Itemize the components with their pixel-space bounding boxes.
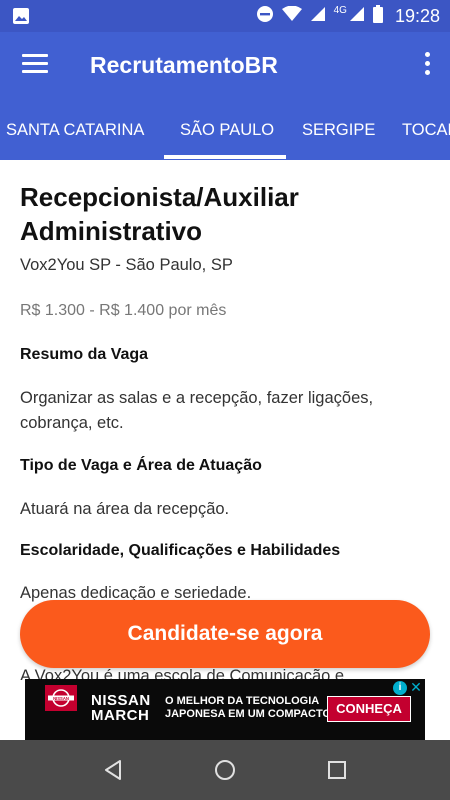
status-bar: 4G 19:28 — [0, 0, 450, 32]
summary-line: cobrança, etc. — [20, 414, 124, 432]
apply-now-button[interactable]: Candidate-se agora — [20, 600, 430, 668]
summary-line: Organizar as salas e a recepção, fazer l… — [20, 389, 374, 407]
signal-icon — [310, 6, 326, 27]
ad-tagline-line: O MELHOR DA TECNOLOGIA — [165, 695, 320, 707]
back-icon[interactable] — [98, 755, 128, 785]
ad-banner[interactable]: NISSAN NISSAN MARCH O MELHOR DA TECNOLOG… — [25, 679, 425, 740]
tab-tocantins[interactable]: TOCANTINS — [402, 100, 450, 160]
state-tabs: SANTA CATARINA SÃO PAULO SERGIPE TOCANTI… — [0, 100, 450, 160]
selected-tab-indicator — [164, 155, 286, 159]
section-heading-qualifications: Escolaridade, Qualificações e Habilidade… — [20, 542, 341, 559]
clock: 19:28 — [394, 5, 440, 26]
job-title-line: Administrativo — [20, 216, 203, 246]
recents-icon[interactable] — [322, 755, 352, 785]
system-nav-bar — [0, 740, 450, 800]
section-text-summary: Organizar as salas e a recepção, fazer l… — [20, 386, 430, 436]
section-text-job-type: Atuará na área da recepção. — [20, 500, 230, 518]
section-heading-job-type: Tipo de Vaga e Área de Atuação — [20, 457, 262, 474]
job-title: Recepcionista/Auxiliar Administrativo — [20, 180, 430, 248]
ad-brand-line: NISSAN — [91, 692, 151, 709]
section-heading-summary: Resumo da Vaga — [20, 346, 149, 363]
tab-santa-catarina[interactable]: SANTA CATARINA — [6, 100, 144, 160]
job-title-line: Recepcionista/Auxiliar — [20, 182, 299, 212]
svg-text:NISSAN: NISSAN — [53, 696, 69, 701]
nissan-logo: NISSAN — [45, 685, 77, 711]
ad-brand-line: MARCH — [91, 707, 150, 724]
ad-close-icon[interactable]: ✕ — [409, 679, 423, 695]
signal-4g-icon — [349, 6, 365, 27]
ad-brand: NISSAN MARCH — [91, 693, 151, 723]
company-location: Vox2You SP - São Paulo, SP — [20, 256, 233, 274]
battery-icon — [372, 4, 383, 28]
do-not-disturb-icon — [256, 5, 274, 28]
ad-info-icon[interactable]: i — [393, 681, 407, 695]
app-title: RecrutamentoBR — [90, 52, 278, 78]
ad-tagline-line: JAPONESA EM UM COMPACTO. — [165, 708, 335, 720]
tab-sao-paulo[interactable]: SÃO PAULO — [180, 100, 274, 160]
home-icon[interactable] — [210, 755, 240, 785]
network-type-label: 4G — [333, 4, 347, 16]
app-bar: RecrutamentoBR — [0, 32, 450, 100]
salary: R$ 1.300 - R$ 1.400 por mês — [20, 302, 227, 319]
ad-tagline: O MELHOR DA TECNOLOGIA JAPONESA EM UM CO… — [165, 695, 334, 721]
more-options-icon[interactable] — [422, 52, 432, 78]
hamburger-menu-icon[interactable] — [22, 54, 48, 76]
wifi-icon — [281, 5, 302, 27]
image-icon — [12, 7, 30, 30]
tab-sergipe[interactable]: SERGIPE — [302, 100, 375, 160]
ad-cta-button[interactable]: CONHEÇA — [327, 696, 411, 722]
